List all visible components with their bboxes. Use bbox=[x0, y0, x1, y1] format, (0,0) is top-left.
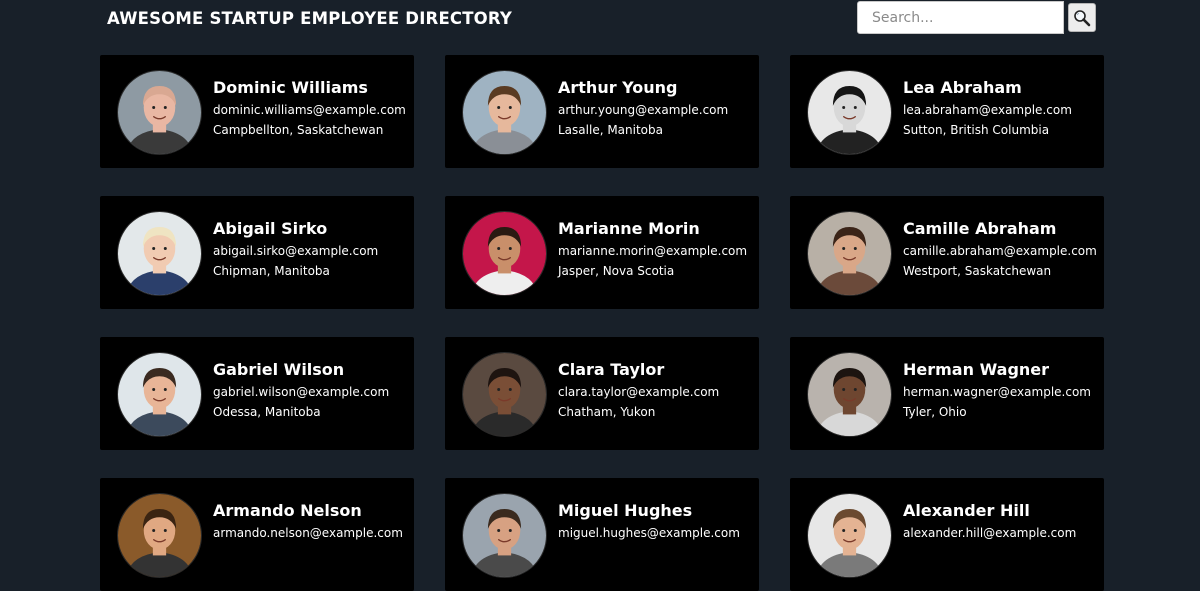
employee-name: Gabriel Wilson bbox=[213, 360, 345, 379]
employee-avatar bbox=[117, 352, 202, 437]
employee-location: Campbellton, Saskatchewan bbox=[213, 123, 384, 137]
employee-avatar bbox=[117, 70, 202, 155]
employee-info: Armando Nelson armando.nelson@example.com bbox=[213, 500, 408, 544]
employee-location: Jasper, Nova Scotia bbox=[558, 264, 675, 278]
employee-name: Dominic Williams bbox=[213, 78, 368, 97]
employee-email: clara.taylor@example.com bbox=[558, 385, 720, 399]
employee-avatar bbox=[462, 211, 547, 296]
employee-card[interactable]: Marianne Morin marianne.morin@example.com… bbox=[445, 196, 759, 309]
avatar-portrait-icon bbox=[463, 71, 546, 154]
employee-email: miguel.hughes@example.com bbox=[558, 526, 740, 540]
employee-card[interactable]: Armando Nelson armando.nelson@example.com bbox=[100, 478, 414, 591]
employee-card[interactable]: Lea Abraham lea.abraham@example.com Sutton… bbox=[790, 55, 1104, 168]
employee-card[interactable]: Alexander Hill alexander.hill@example.com bbox=[790, 478, 1104, 591]
search-input[interactable] bbox=[857, 1, 1064, 34]
employee-name: Armando Nelson bbox=[213, 501, 362, 520]
employee-email: marianne.morin@example.com bbox=[558, 244, 748, 258]
avatar-portrait-icon bbox=[808, 494, 891, 577]
avatar-portrait-icon bbox=[463, 494, 546, 577]
search-form bbox=[857, 1, 1097, 34]
employee-avatar bbox=[462, 70, 547, 155]
employee-avatar bbox=[462, 352, 547, 437]
employee-avatar bbox=[117, 211, 202, 296]
employee-name: Arthur Young bbox=[558, 78, 678, 97]
employee-grid: Dominic Williams dominic.williams@example… bbox=[100, 55, 1104, 591]
avatar-portrait-icon bbox=[808, 212, 891, 295]
employee-card[interactable]: Clara Taylor clara.taylor@example.com Chat… bbox=[445, 337, 759, 450]
employee-info: Arthur Young arthur.young@example.com Lasa… bbox=[558, 77, 753, 139]
employee-avatar bbox=[807, 493, 892, 578]
employee-info: Lea Abraham lea.abraham@example.com Sutton… bbox=[903, 77, 1098, 139]
avatar-portrait-icon bbox=[118, 494, 201, 577]
employee-avatar bbox=[462, 493, 547, 578]
employee-info: Dominic Williams dominic.williams@example… bbox=[213, 77, 408, 139]
employee-card[interactable]: Arthur Young arthur.young@example.com Lasa… bbox=[445, 55, 759, 168]
employee-info: Camille Abraham camille.abraham@example.c… bbox=[903, 218, 1098, 280]
employee-email: armando.nelson@example.com bbox=[213, 526, 403, 540]
avatar-portrait-icon bbox=[118, 212, 201, 295]
employee-name: Miguel Hughes bbox=[558, 501, 693, 520]
avatar-portrait-icon bbox=[808, 353, 891, 436]
search-button[interactable] bbox=[1068, 3, 1096, 32]
employee-info: Gabriel Wilson gabriel.wilson@example.com… bbox=[213, 359, 408, 421]
employee-name: Alexander Hill bbox=[903, 501, 1030, 520]
employee-location: Sutton, British Columbia bbox=[903, 123, 1050, 137]
employee-name: Lea Abraham bbox=[903, 78, 1022, 97]
employee-name: Herman Wagner bbox=[903, 360, 1050, 379]
employee-name: Camille Abraham bbox=[903, 219, 1057, 238]
avatar-portrait-icon bbox=[118, 71, 201, 154]
employee-location: Chatham, Yukon bbox=[558, 405, 656, 419]
employee-location: Chipman, Manitoba bbox=[213, 264, 330, 278]
employee-avatar bbox=[807, 70, 892, 155]
employee-info: Abigail Sirko abigail.sirko@example.com Ch… bbox=[213, 218, 408, 280]
employee-email: arthur.young@example.com bbox=[558, 103, 729, 117]
employee-location: Lasalle, Manitoba bbox=[558, 123, 663, 137]
employee-info: Miguel Hughes miguel.hughes@example.com bbox=[558, 500, 753, 544]
page-title: AWESOME STARTUP EMPLOYEE DIRECTORY bbox=[107, 9, 513, 28]
employee-card[interactable]: Camille Abraham camille.abraham@example.c… bbox=[790, 196, 1104, 309]
employee-card[interactable]: Dominic Williams dominic.williams@example… bbox=[100, 55, 414, 168]
employee-info: Alexander Hill alexander.hill@example.com bbox=[903, 500, 1098, 544]
employee-email: dominic.williams@example.com bbox=[213, 103, 406, 117]
employee-email: camille.abraham@example.com bbox=[903, 244, 1097, 258]
employee-card[interactable]: Abigail Sirko abigail.sirko@example.com Ch… bbox=[100, 196, 414, 309]
employee-avatar bbox=[117, 493, 202, 578]
employee-name: Clara Taylor bbox=[558, 360, 665, 379]
employee-info: Marianne Morin marianne.morin@example.com… bbox=[558, 218, 753, 280]
avatar-portrait-icon bbox=[808, 71, 891, 154]
employee-card[interactable]: Herman Wagner herman.wagner@example.com Ty… bbox=[790, 337, 1104, 450]
employee-email: lea.abraham@example.com bbox=[903, 103, 1072, 117]
employee-card[interactable]: Gabriel Wilson gabriel.wilson@example.com… bbox=[100, 337, 414, 450]
employee-email: gabriel.wilson@example.com bbox=[213, 385, 390, 399]
employee-location: Tyler, Ohio bbox=[903, 405, 967, 419]
magnifier-icon bbox=[1074, 9, 1091, 26]
employee-card[interactable]: Miguel Hughes miguel.hughes@example.com bbox=[445, 478, 759, 591]
employee-name: Abigail Sirko bbox=[213, 219, 328, 238]
avatar-portrait-icon bbox=[118, 353, 201, 436]
employee-email: alexander.hill@example.com bbox=[903, 526, 1077, 540]
employee-avatar bbox=[807, 352, 892, 437]
employee-info: Herman Wagner herman.wagner@example.com Ty… bbox=[903, 359, 1098, 421]
employee-name: Marianne Morin bbox=[558, 219, 700, 238]
employee-email: abigail.sirko@example.com bbox=[213, 244, 379, 258]
employee-info: Clara Taylor clara.taylor@example.com Chat… bbox=[558, 359, 753, 421]
employee-location: Westport, Saskatchewan bbox=[903, 264, 1052, 278]
employee-location: Odessa, Manitoba bbox=[213, 405, 321, 419]
employee-avatar bbox=[807, 211, 892, 296]
avatar-portrait-icon bbox=[463, 353, 546, 436]
avatar-portrait-icon bbox=[463, 212, 546, 295]
employee-email: herman.wagner@example.com bbox=[903, 385, 1091, 399]
